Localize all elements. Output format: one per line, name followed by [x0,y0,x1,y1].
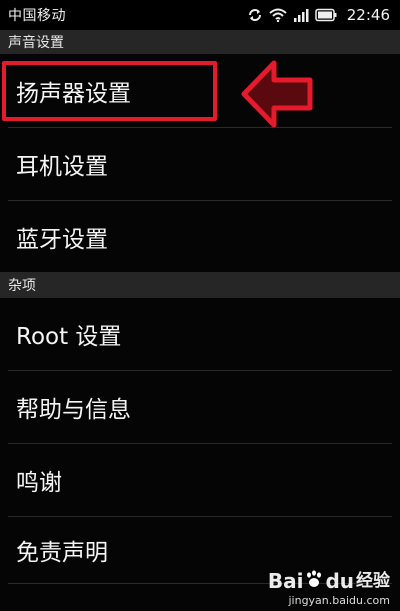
list-item-root-settings[interactable]: Root 设置 [0,298,400,370]
list-item-headphone-settings[interactable]: 耳机设置 [0,128,400,200]
status-icons: 22:46 [247,6,390,24]
watermark-logo-bai: Bai [267,569,304,593]
clock: 22:46 [346,6,390,24]
list-item-credits[interactable]: 鸣谢 [0,444,400,516]
status-bar: 中国移动 22:46 [0,0,400,30]
list-item-help-info[interactable]: 帮助与信息 [0,371,400,443]
signal-icon [293,8,309,22]
highlight-box [2,61,217,121]
baidu-watermark: Bai du 经验 jingyan.baidu.com [268,569,390,607]
sync-icon [247,8,263,22]
watermark-logo-cn: 经验 [356,571,390,591]
section-header-misc: 杂项 [0,272,400,298]
watermark-url: jingyan.baidu.com [288,594,390,607]
list-item-bluetooth-settings[interactable]: 蓝牙设置 [0,201,400,272]
arrow-left-icon [241,60,313,128]
watermark-logo-du: du [325,569,354,593]
watermark-logo: Bai du 经验 [268,569,390,593]
paw-icon [304,569,324,593]
carrier-name: 中国移动 [8,8,66,24]
battery-icon [315,8,337,22]
phone-screen: 中国移动 22:46 声音设置 扬声器设置 耳机设置 蓝牙设置 杂项 Root … [0,0,400,611]
section-header-sound: 声音设置 [0,30,400,54]
wifi-icon [269,8,287,22]
